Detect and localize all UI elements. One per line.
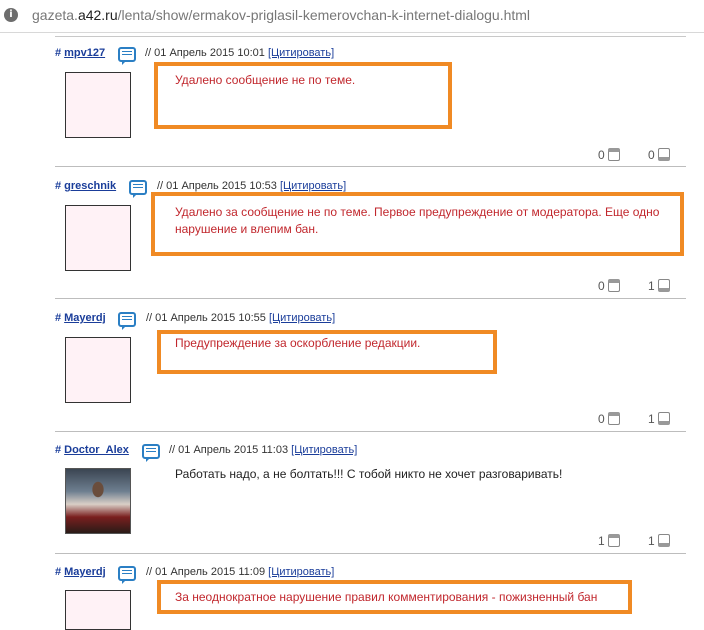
comment-date: // 01 Апрель 2015 10:01 xyxy=(145,47,265,59)
vote-up-button[interactable]: 0 xyxy=(648,148,670,162)
vote-up-button[interactable]: 1 xyxy=(648,279,670,293)
thumb-down-icon xyxy=(607,534,620,547)
thumb-up-icon xyxy=(657,279,670,292)
comment-header: # Doctor_Alex xyxy=(55,444,129,456)
comment-meta: // 01 Апрель 2015 11:03 [Цитировать] xyxy=(169,444,357,456)
author-link[interactable]: Doctor_Alex xyxy=(64,444,129,456)
vote-up-button[interactable]: 1 xyxy=(648,412,670,426)
author-link[interactable]: greschnik xyxy=(64,180,116,192)
comment-header: # mpv127 xyxy=(55,47,105,59)
avatar[interactable] xyxy=(65,590,131,630)
vote-down-button[interactable]: 0 xyxy=(598,148,620,162)
highlight-frame xyxy=(154,62,452,129)
author-link[interactable]: mpv127 xyxy=(64,47,105,59)
reply-bubble-icon[interactable] xyxy=(142,444,160,462)
vote-up-button[interactable]: 1 xyxy=(648,534,670,548)
address-bar[interactable]: i gazeta.a42.ru/lenta/show/ermakov-prigl… xyxy=(0,0,704,33)
author-link[interactable]: Mayerdj xyxy=(64,312,106,324)
comment-meta: // 01 Апрель 2015 10:01 [Цитировать] xyxy=(145,47,334,59)
permalink-anchor[interactable]: # xyxy=(55,312,61,324)
highlight-frame xyxy=(157,330,497,374)
thumb-up-icon xyxy=(657,534,670,547)
url-text[interactable]: gazeta.a42.ru/lenta/show/ermakov-priglas… xyxy=(32,7,530,23)
comment-date: // 01 Апрель 2015 10:55 xyxy=(146,312,266,324)
comment-text: Работать надо, а не болтать!!! С тобой н… xyxy=(175,467,563,481)
comment-meta: // 01 Апрель 2015 10:53 [Цитировать] xyxy=(157,180,346,192)
quote-link[interactable]: [Цитировать] xyxy=(268,47,334,59)
thumb-down-icon xyxy=(607,279,620,292)
comment-date: // 01 Апрель 2015 11:09 xyxy=(146,566,266,578)
reply-bubble-icon[interactable] xyxy=(118,312,136,330)
avatar-image[interactable] xyxy=(65,468,131,534)
highlight-frame xyxy=(151,192,684,256)
quote-link[interactable]: [Цитировать] xyxy=(269,312,335,324)
reply-bubble-icon[interactable] xyxy=(118,47,136,65)
comment-header: # Mayerdj xyxy=(55,566,106,578)
thumb-up-icon xyxy=(657,148,670,161)
quote-link[interactable]: [Цитировать] xyxy=(291,444,357,456)
vote-down-button[interactable]: 0 xyxy=(598,279,620,293)
thumb-down-icon xyxy=(607,412,620,425)
comment-date: // 01 Апрель 2015 11:03 xyxy=(169,444,289,456)
quote-link[interactable]: [Цитировать] xyxy=(280,180,346,192)
reply-bubble-icon[interactable] xyxy=(129,180,147,198)
vote-down-button[interactable]: 1 xyxy=(598,534,620,548)
avatar[interactable] xyxy=(65,205,131,271)
comment-meta: // 01 Апрель 2015 11:09 [Цитировать] xyxy=(146,566,334,578)
highlight-frame xyxy=(157,580,632,614)
quote-link[interactable]: [Цитировать] xyxy=(268,566,334,578)
comment-divider xyxy=(55,298,686,299)
site-info-icon[interactable]: i xyxy=(4,8,18,22)
permalink-anchor[interactable]: # xyxy=(55,566,61,578)
comment-divider xyxy=(55,553,686,554)
comment-meta: // 01 Апрель 2015 10:55 [Цитировать] xyxy=(146,312,335,324)
top-divider xyxy=(55,36,686,37)
avatar[interactable] xyxy=(65,337,131,403)
thumb-down-icon xyxy=(607,148,620,161)
comment-divider xyxy=(55,431,686,432)
comment-date: // 01 Апрель 2015 10:53 xyxy=(157,180,277,192)
permalink-anchor[interactable]: # xyxy=(55,444,61,456)
avatar[interactable] xyxy=(65,72,131,138)
reply-bubble-icon[interactable] xyxy=(118,566,136,584)
comment-header: # greschnik xyxy=(55,180,116,192)
vote-down-button[interactable]: 0 xyxy=(598,412,620,426)
permalink-anchor[interactable]: # xyxy=(55,180,61,192)
comment-divider xyxy=(55,166,686,167)
permalink-anchor[interactable]: # xyxy=(55,47,61,59)
thumb-up-icon xyxy=(657,412,670,425)
comment-header: # Mayerdj xyxy=(55,312,106,324)
author-link[interactable]: Mayerdj xyxy=(64,566,106,578)
